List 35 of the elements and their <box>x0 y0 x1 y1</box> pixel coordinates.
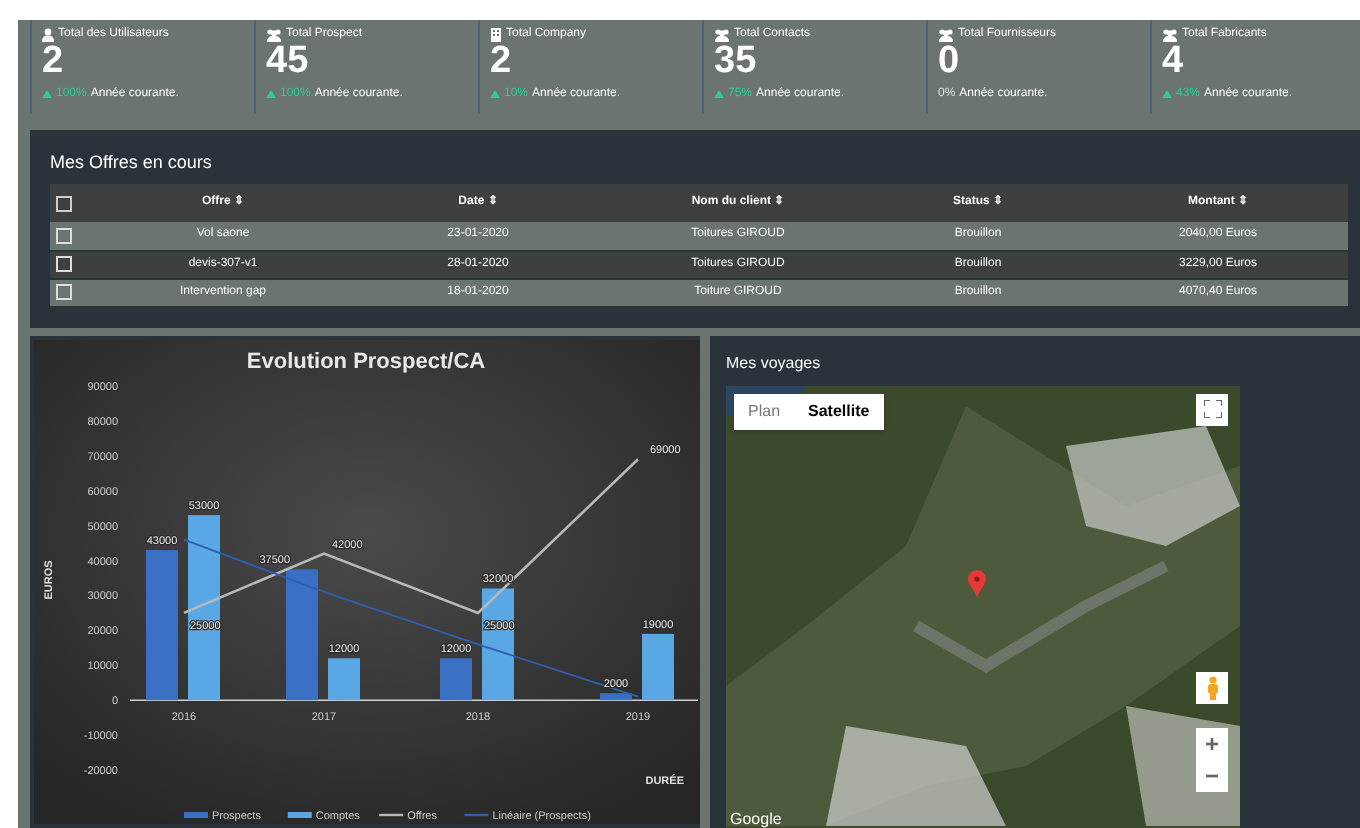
map-type-tab[interactable]: Plan <box>734 393 795 429</box>
pegman-icon <box>1205 675 1219 699</box>
stat-value: 35 <box>714 42 757 82</box>
stat-value: 4 <box>1162 42 1184 82</box>
fullscreen-button[interactable] <box>1196 393 1228 425</box>
users-icon <box>266 27 282 41</box>
bar <box>482 587 514 700</box>
bar <box>328 657 360 700</box>
users-icon <box>1162 27 1178 41</box>
map-attribution: Google <box>730 812 782 828</box>
users-icon <box>714 27 730 41</box>
section-title: Mes voyages <box>726 351 821 375</box>
bar <box>286 568 318 700</box>
fullscreen-icon <box>1203 400 1221 418</box>
stat-value: 0 <box>938 42 960 82</box>
map-type-tab[interactable]: Satellite <box>794 393 884 429</box>
zoom-out-button[interactable]: − <box>1196 759 1228 791</box>
row-checkbox[interactable] <box>56 284 72 300</box>
row-checkbox[interactable] <box>56 227 72 244</box>
section-title: Mes Offres en cours <box>50 150 212 176</box>
stat-value: 2 <box>42 42 64 82</box>
stat-value: 45 <box>266 42 309 82</box>
user-icon <box>42 27 54 41</box>
bar <box>600 692 632 700</box>
users-icon <box>938 27 954 41</box>
bar <box>642 632 674 700</box>
chart-title: Evolution Prospect/CA <box>246 349 486 373</box>
header-checkbox[interactable] <box>56 195 72 211</box>
zoom-in-button[interactable]: + <box>1196 727 1228 759</box>
building-icon <box>490 27 502 41</box>
stat-value: 2 <box>490 42 512 82</box>
pegman-button[interactable] <box>1196 671 1228 703</box>
map-pin-icon <box>968 569 986 597</box>
bar <box>440 657 472 700</box>
row-checkbox[interactable] <box>56 256 72 272</box>
